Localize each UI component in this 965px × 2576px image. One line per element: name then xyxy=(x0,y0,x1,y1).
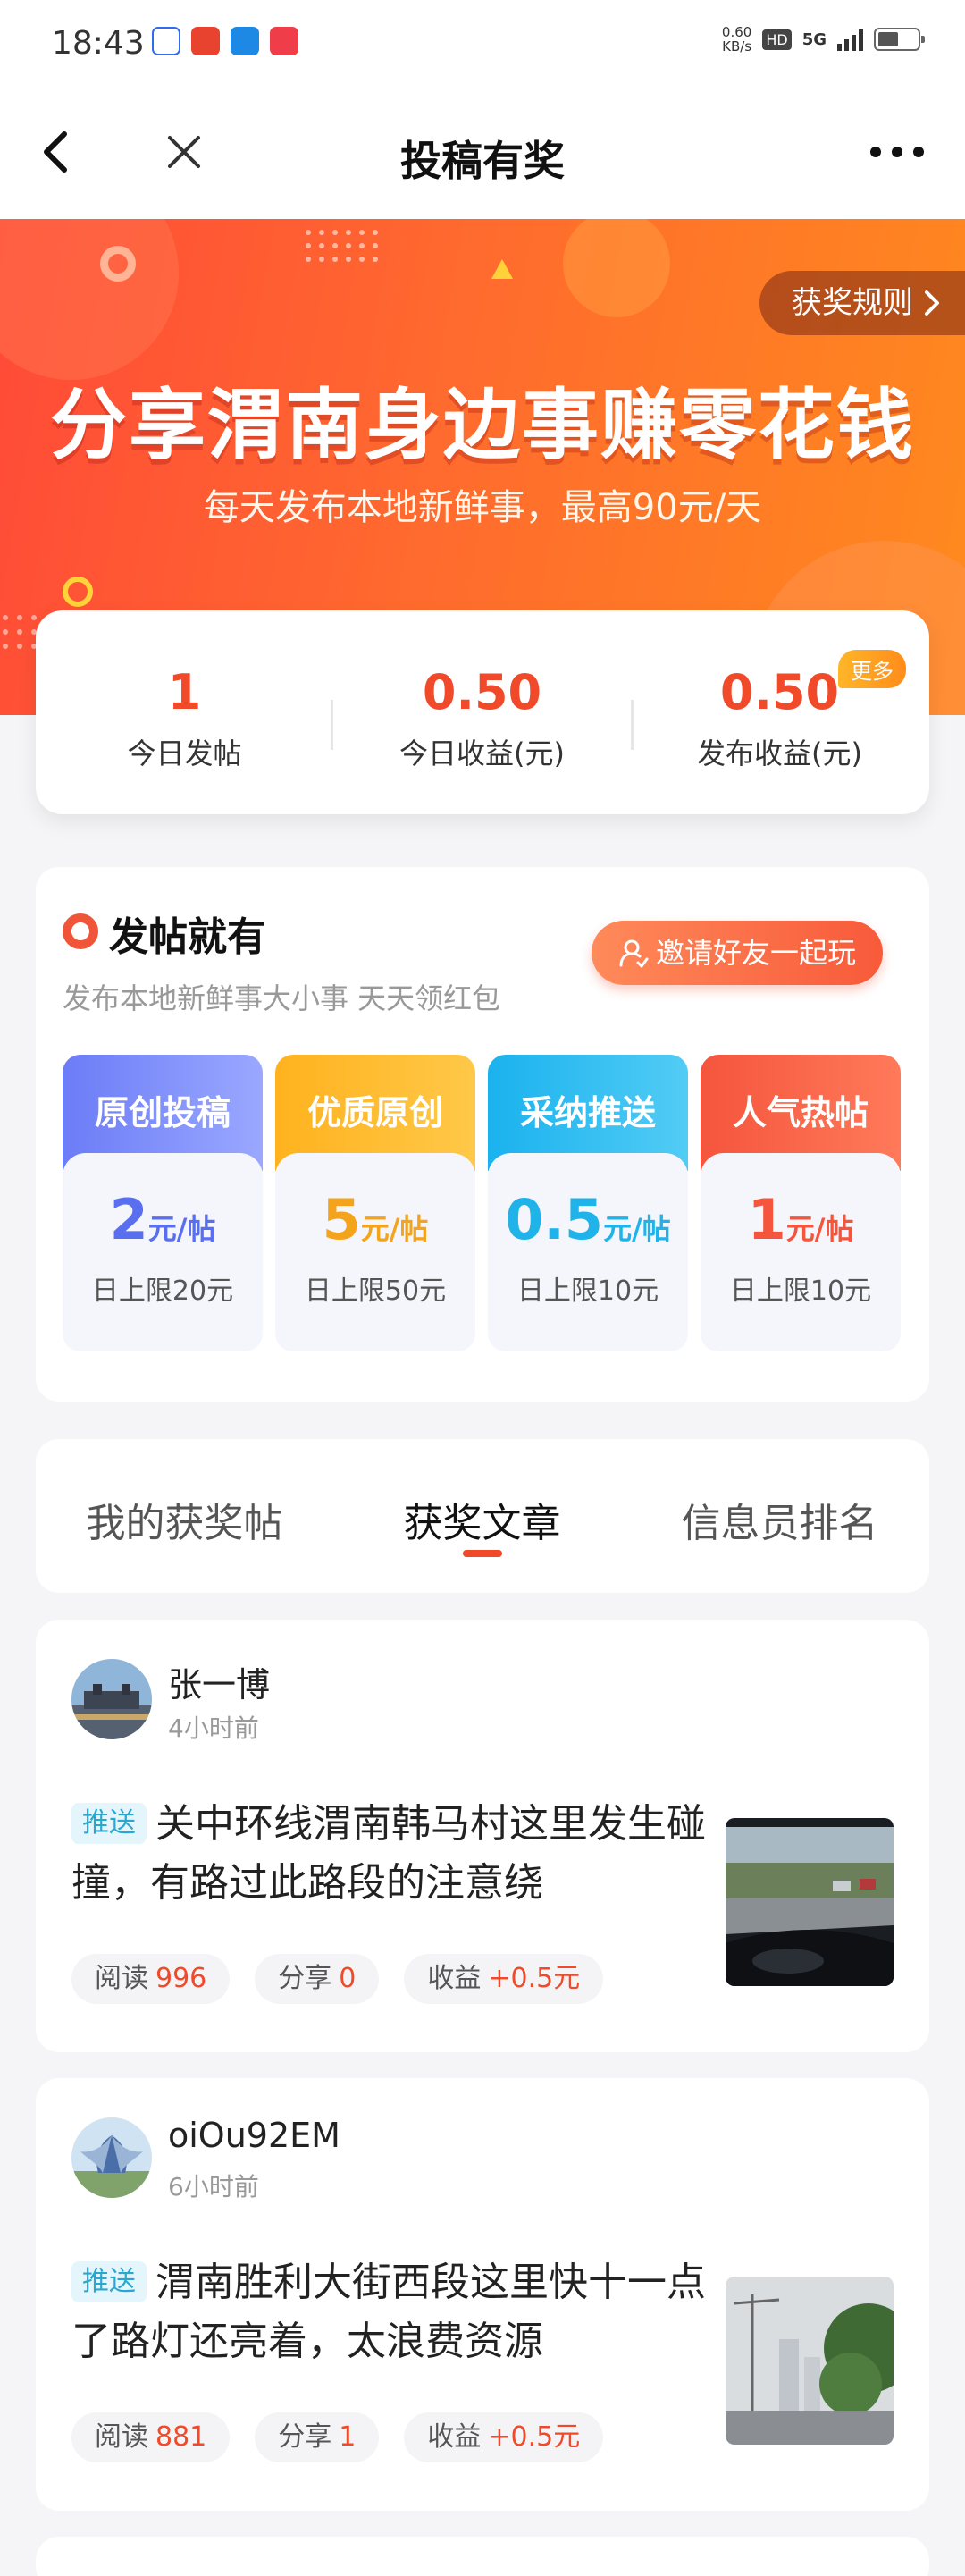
tier-quality-original[interactable]: 优质原创 5元/帖 日上限50元 xyxy=(275,1055,475,1351)
battery-icon xyxy=(874,28,925,51)
net-speed: 0.60 KB/s xyxy=(721,24,752,55)
chevron-right-icon xyxy=(925,290,939,316)
hd-icon: HD xyxy=(762,29,792,50)
invite-label: 邀请好友一起玩 xyxy=(655,936,856,970)
more-dots-icon xyxy=(870,147,924,157)
tier-amount: 0.5 xyxy=(505,1187,604,1252)
article-title-text: 渭南胜利大街西段这里快十一点了路灯还亮着，太浪费资源 xyxy=(71,2260,706,2364)
hero-subtitle: 每天发布本地新鲜事，最高90元/天 xyxy=(203,487,762,528)
article-title[interactable]: 推送 关中环线渭南韩马村这里发生碰撞，有路过此路段的注意绕 xyxy=(71,1795,715,1913)
invite-friends-button[interactable]: 邀请好友一起玩 xyxy=(591,921,883,985)
stat-value: 1 xyxy=(167,664,202,720)
author-name: oiOu92EM xyxy=(168,2116,340,2155)
article-title-text: 关中环线渭南韩马村这里发生碰撞，有路过此路段的注意绕 xyxy=(71,1801,706,1906)
tier-amount: 1 xyxy=(747,1187,786,1252)
tier-original-post[interactable]: 原创投稿 2元/帖 日上限20元 xyxy=(63,1055,263,1351)
decor-circle xyxy=(563,219,670,317)
article-thumbnail[interactable] xyxy=(726,2277,894,2445)
decor-dots xyxy=(306,230,378,262)
post-time: 4小时前 xyxy=(168,1713,259,1743)
stat-today-earnings[interactable]: 0.50 今日收益(元) xyxy=(333,664,631,772)
article-metrics: 阅读 996 分享 0 收益 +0.5元 xyxy=(71,1954,604,2004)
article-title[interactable]: 推送 渭南胜利大街西段这里快十一点了路灯还亮着，太浪费资源 xyxy=(71,2253,715,2371)
award-rules-label: 获奖规则 xyxy=(792,285,913,321)
more-button[interactable] xyxy=(861,125,933,179)
tab-awarded-articles[interactable]: 获奖文章 xyxy=(333,1491,631,1548)
earnings-summary-card: 1 今日发帖 0.50 今日收益(元) 0.50 发布收益(元) 更多 xyxy=(36,610,929,814)
listen-app-notification-icon xyxy=(191,27,220,55)
tier-unit: 元/帖 xyxy=(603,1212,671,1246)
status-time: 18:43 xyxy=(52,25,145,62)
award-rules-button[interactable]: 获奖规则 xyxy=(759,271,965,335)
rewards-title: 发帖就有 xyxy=(109,914,266,960)
more-badge[interactable]: 更多 xyxy=(838,650,906,688)
tab-reporter-ranking[interactable]: 信息员排名 xyxy=(631,1491,928,1548)
status-bar: 18:43 0.60 KB/s HD 5G xyxy=(0,0,965,89)
active-tab-indicator xyxy=(463,1550,502,1557)
post-rewards-card: 发帖就有 发布本地新鲜事大小事 天天领红包 邀请好友一起玩 原创投稿 2元/帖 … xyxy=(36,867,929,1402)
tier-unit: 元/帖 xyxy=(360,1212,429,1246)
user-icon xyxy=(619,939,649,968)
nav-bar: 投稿有奖 xyxy=(0,89,965,219)
shopping-app-notification-icon xyxy=(270,27,298,55)
stat-label: 今日收益(元) xyxy=(399,737,565,770)
section-dot-icon xyxy=(63,913,98,949)
tier-limit: 日上限10元 xyxy=(516,1275,659,1307)
push-tag: 推送 xyxy=(71,1803,147,1844)
article-card[interactable]: oiOu92EM 6小时前 推送 渭南胜利大街西段这里快十一点了路灯还亮着，太浪费… xyxy=(36,2078,929,2511)
tier-limit: 日上限10元 xyxy=(729,1275,872,1307)
baidu-notification-icon xyxy=(152,27,180,55)
metric-reads: 阅读 996 xyxy=(71,1954,231,2004)
send-app-notification-icon xyxy=(231,27,259,55)
tier-popular-post[interactable]: 人气热帖 1元/帖 日上限10元 xyxy=(701,1055,901,1351)
decor-circle xyxy=(0,219,179,380)
rewards-subtitle: 发布本地新鲜事大小事 天天领红包 xyxy=(63,981,501,1015)
stat-value: 0.50 xyxy=(422,664,542,720)
tier-unit: 元/帖 xyxy=(785,1212,854,1246)
decor-ring xyxy=(63,577,93,607)
article-card[interactable]: 张一博 4小时前 推送 关中环线渭南韩马村这里发生碰撞，有路过此路段的注意绕 阅读… xyxy=(36,1620,929,2052)
tier-limit: 日上限20元 xyxy=(91,1275,234,1307)
article-metrics: 阅读 881 分享 1 收益 +0.5元 xyxy=(71,2412,604,2462)
stat-label: 发布收益(元) xyxy=(697,737,862,770)
article-thumbnail[interactable] xyxy=(726,1818,894,1986)
avatar[interactable] xyxy=(71,1659,152,1739)
tier-amount: 2 xyxy=(109,1187,148,1252)
signal-icon xyxy=(837,28,863,51)
author-name: 张一博 xyxy=(168,1665,271,1705)
tab-bar: 我的获奖帖 获奖文章 信息员排名 xyxy=(36,1439,929,1593)
metric-shares: 分享 0 xyxy=(255,1954,380,2004)
post-time: 6小时前 xyxy=(168,2172,259,2201)
stat-today-posts[interactable]: 1 今日发帖 xyxy=(36,664,333,772)
article-card[interactable] xyxy=(36,2537,929,2576)
tab-my-awarded-posts[interactable]: 我的获奖帖 xyxy=(36,1491,333,1548)
metric-reads: 阅读 881 xyxy=(71,2412,231,2462)
notification-icons xyxy=(152,27,298,55)
metric-shares: 分享 1 xyxy=(255,2412,380,2462)
avatar[interactable] xyxy=(71,2117,152,2198)
push-tag: 推送 xyxy=(71,2261,147,2302)
metric-earnings: 收益 +0.5元 xyxy=(404,2412,604,2462)
decor-ring xyxy=(100,246,136,282)
page-title: 投稿有奖 xyxy=(400,137,565,185)
stat-label: 今日发帖 xyxy=(127,737,242,770)
network-type: 5G xyxy=(801,29,827,49)
tier-amount: 5 xyxy=(322,1187,361,1252)
hero-title: 分享渭南身边事赚零花钱 xyxy=(50,381,915,470)
tier-limit: 日上限50元 xyxy=(304,1275,447,1307)
tier-unit: 元/帖 xyxy=(147,1212,216,1246)
decor-triangle xyxy=(491,259,513,279)
metric-earnings: 收益 +0.5元 xyxy=(404,1954,604,2004)
tier-adopted-push[interactable]: 采纳推送 0.5元/帖 日上限10元 xyxy=(488,1055,688,1351)
